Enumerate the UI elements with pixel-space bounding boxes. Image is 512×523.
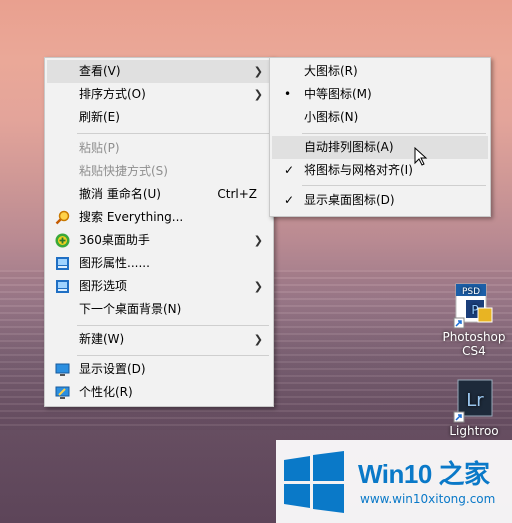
- submenu-item-large-icons[interactable]: 大图标(R): [272, 60, 488, 83]
- menu-item-label: 刷新(E): [79, 110, 120, 124]
- 360-icon: [55, 233, 70, 248]
- display-icon: [55, 363, 70, 376]
- chevron-right-icon: ❯: [253, 333, 263, 346]
- lightroom-desktop-icon[interactable]: Lr Lightroo: [440, 378, 508, 440]
- menu-item-label: 显示桌面图标(D): [304, 193, 395, 207]
- lightroom-label: Lightroo: [449, 424, 499, 438]
- menu-item-label: 粘贴(P): [79, 141, 120, 155]
- menu-separator: [77, 133, 269, 134]
- menu-item-undo-rename[interactable]: 撤消 重命名(U) Ctrl+Z: [47, 183, 271, 206]
- mouse-cursor-icon: [414, 147, 428, 166]
- watermark-site: www.win10xitong.com: [360, 492, 496, 506]
- menu-separator: [302, 185, 486, 186]
- submenu-item-auto-arrange[interactable]: 自动排列图标(A): [272, 136, 488, 159]
- menu-item-label: 搜索 Everything...: [79, 210, 184, 224]
- lightroom-icon: Lr: [453, 379, 493, 423]
- watermark-banner: Win10 之家 www.win10xitong.com: [276, 440, 512, 523]
- magnifier-icon: [55, 210, 70, 225]
- graphics-icon: [56, 257, 69, 270]
- desktop-context-menu: 查看(V) ❯ 排序方式(O) ❯ 刷新(E) 粘贴(P) 粘贴快捷方式(S) …: [44, 57, 274, 407]
- menu-item-label: 显示设置(D): [79, 362, 146, 376]
- submenu-item-small-icons[interactable]: 小图标(N): [272, 106, 488, 129]
- menu-item-graphics-properties[interactable]: 图形属性......: [47, 252, 271, 275]
- menu-item-new[interactable]: 新建(W) ❯: [47, 328, 271, 351]
- shortcut-label: Ctrl+Z: [217, 187, 257, 201]
- menu-item-label: 下一个桌面背景(N): [79, 302, 182, 316]
- menu-item-label: 个性化(R): [79, 385, 133, 399]
- chevron-right-icon: ❯: [253, 65, 263, 78]
- menu-item-paste[interactable]: 粘贴(P): [47, 137, 271, 160]
- graphics-icon: [56, 280, 69, 293]
- menu-item-display-settings[interactable]: 显示设置(D): [47, 358, 271, 381]
- bullet-icon: •: [284, 87, 292, 101]
- submenu-item-medium-icons[interactable]: • 中等图标(M): [272, 83, 488, 106]
- checkmark-icon: ✓: [284, 193, 295, 207]
- menu-separator: [77, 355, 269, 356]
- menu-item-graphics-options[interactable]: 图形选项 ❯: [47, 275, 271, 298]
- menu-item-sort-by[interactable]: 排序方式(O) ❯: [47, 83, 271, 106]
- menu-item-label: 图形选项: [79, 279, 128, 293]
- menu-item-label: 图形属性......: [79, 256, 150, 270]
- menu-item-view[interactable]: 查看(V) ❯: [47, 60, 271, 83]
- svg-text:Lr: Lr: [466, 390, 484, 411]
- menu-item-label: 排序方式(O): [79, 87, 146, 101]
- menu-separator: [302, 133, 486, 134]
- menu-item-label: 查看(V): [79, 64, 121, 78]
- menu-item-label: 大图标(R): [304, 64, 358, 78]
- menu-item-label: 自动排列图标(A): [304, 140, 394, 154]
- menu-item-label: 粘贴快捷方式(S): [79, 164, 168, 178]
- photoshop-label-line2: CS4: [462, 344, 486, 358]
- menu-item-label: 中等图标(M): [304, 87, 372, 101]
- chevron-right-icon: ❯: [253, 280, 263, 293]
- chevron-right-icon: ❯: [253, 234, 263, 247]
- checkmark-icon: ✓: [284, 163, 295, 177]
- menu-item-360-assistant[interactable]: 360桌面助手 ❯: [47, 229, 271, 252]
- chevron-right-icon: ❯: [253, 88, 263, 101]
- submenu-item-align-to-grid[interactable]: ✓ 将图标与网格对齐(I): [272, 159, 488, 182]
- menu-item-search-everything[interactable]: 搜索 Everything...: [47, 206, 271, 229]
- photoshop-desktop-icon[interactable]: PSD P Photoshop CS4: [440, 282, 508, 368]
- menu-item-label: 360桌面助手: [79, 233, 150, 247]
- menu-item-paste-shortcut[interactable]: 粘贴快捷方式(S): [47, 160, 271, 183]
- menu-item-label: 新建(W): [79, 332, 125, 346]
- menu-separator: [77, 325, 269, 326]
- menu-item-label: 撤消 重命名(U): [79, 187, 161, 201]
- submenu-item-show-desktop-icons[interactable]: ✓ 显示桌面图标(D): [272, 189, 488, 212]
- menu-item-personalize[interactable]: 个性化(R): [47, 381, 271, 404]
- menu-item-next-background[interactable]: 下一个桌面背景(N): [47, 298, 271, 321]
- photoshop-icon: PSD P: [453, 283, 493, 329]
- menu-item-label: 将图标与网格对齐(I): [304, 163, 413, 177]
- menu-item-label: 小图标(N): [304, 110, 359, 124]
- svg-text:PSD: PSD: [462, 287, 480, 297]
- watermark-brand: Win10 之家: [358, 459, 490, 489]
- menu-item-refresh[interactable]: 刷新(E): [47, 106, 271, 129]
- photoshop-label-line1: Photoshop: [442, 330, 506, 344]
- personalize-icon: [55, 386, 70, 399]
- windows-logo-icon: [284, 451, 344, 513]
- view-submenu: 大图标(R) • 中等图标(M) 小图标(N) 自动排列图标(A) ✓ 将图标与…: [269, 57, 491, 217]
